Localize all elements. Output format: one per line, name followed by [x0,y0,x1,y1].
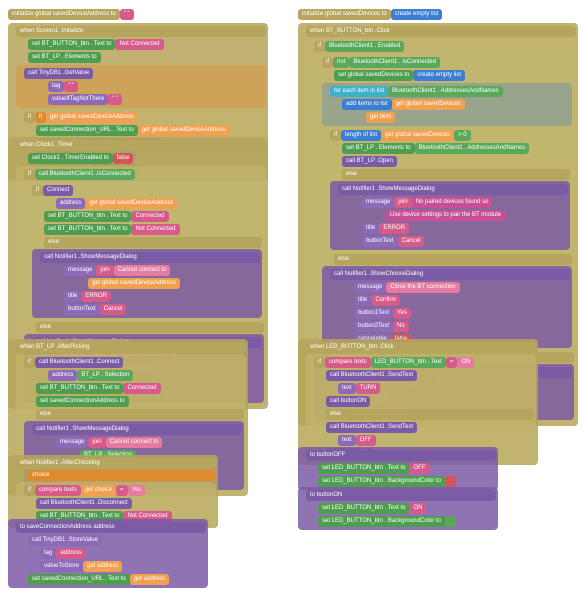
not-connected-text: Not Connected [115,39,163,50]
tag-label: tag [48,81,64,92]
set-bt-lp-elems[interactable]: set BT_LP . Elements to [28,52,101,63]
if-block[interactable]: if [24,112,35,123]
set-url[interactable]: set savedConnection_URL . Text to [36,125,138,136]
tinydb-getvalue[interactable]: call TinyDB1 .GetValue [24,68,93,79]
save-connection-proc[interactable]: to saveConnectionAddress address call Ti… [8,518,208,589]
empty-string: " " [120,9,134,20]
button-off-proc[interactable]: to buttonOFF set LED_BUTTON_btn . Text t… [298,446,498,491]
button-on-proc[interactable]: to buttonON set LED_BUTTON_btn . Text to… [298,486,498,531]
set-btn-text[interactable]: set BT_BUTTON_btn . Text to [28,39,115,50]
when-clock-timer[interactable]: when Clock1 .Timer [16,140,266,151]
get-saved-addr: if [35,112,46,123]
color-green-swatch [445,516,456,527]
init-global-decl[interactable]: initialize global savedDeviceAddress to [8,9,120,20]
global-saved-devices[interactable]: initialize global savedDevices to create… [298,8,442,21]
when-screen-init[interactable]: when Screen1 .Initialize [16,26,266,37]
value-if-none: valueIfTagNotThere [48,94,108,105]
global-saved-address[interactable]: initialize global savedDeviceAddress to … [8,8,134,21]
